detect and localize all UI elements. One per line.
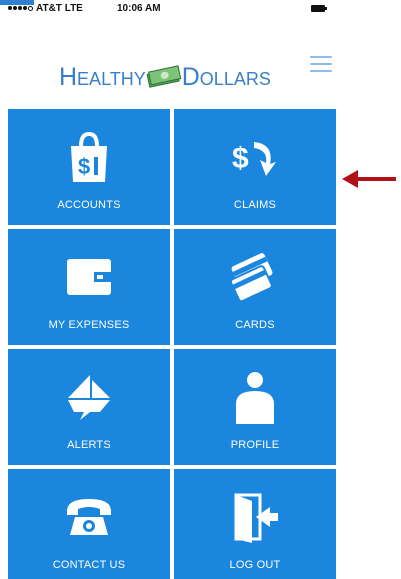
accounts-label: ACCOUNTS — [57, 199, 121, 211]
dollar-arrow-icon: $ — [232, 142, 276, 176]
person-icon — [236, 372, 274, 424]
cards-icon — [229, 253, 273, 302]
money-stack-icon — [146, 65, 182, 88]
status-bar: AT&T LTE 10:06 AM — [0, 0, 340, 22]
svg-text:$: $ — [232, 142, 249, 175]
annotation-arrow-icon — [342, 170, 396, 188]
cards-label: CARDS — [235, 319, 275, 331]
status-time: 10:06 AM — [117, 3, 161, 14]
my-expenses-tile[interactable]: MY EXPENSES — [8, 229, 170, 345]
contact-us-tile[interactable]: CONTACT US — [8, 469, 170, 579]
alerts-label: ALERTS — [67, 439, 111, 451]
telephone-icon — [67, 499, 111, 535]
shopping-bag-dollar-icon: $ — [71, 131, 107, 182]
profile-tile[interactable]: PROFILE — [174, 349, 336, 465]
hamburger-menu-icon[interactable] — [310, 56, 332, 72]
claims-tile[interactable]: $ CLAIMS — [174, 109, 336, 225]
signal-strength-icon — [8, 6, 33, 11]
alerts-tile[interactable]: ALERTS — [8, 349, 170, 465]
paper-plane-icon — [68, 375, 110, 420]
my-expenses-label: MY EXPENSES — [48, 319, 130, 331]
log-out-label: LOG OUT — [229, 559, 281, 571]
log-out-tile[interactable]: LOG OUT — [174, 469, 336, 579]
contact-us-label: CONTACT US — [52, 559, 126, 571]
claims-label: CLAIMS — [233, 199, 277, 211]
carrier-label: AT&T LTE — [36, 3, 83, 14]
battery-icon — [311, 5, 327, 12]
svg-text:$: $ — [78, 154, 90, 179]
wallet-icon — [67, 259, 111, 295]
app-header: Healthy Dollars — [0, 22, 340, 108]
main-menu-grid: $ ACCOUNTS $ CLAIMS MY EXPENSES CARDS AL… — [8, 109, 336, 579]
logout-door-icon — [234, 493, 278, 543]
cards-tile[interactable]: CARDS — [174, 229, 336, 345]
logo-text-dollars: Dollars — [181, 63, 271, 91]
profile-label: PROFILE — [230, 439, 280, 451]
logo-text-healthy: Healthy — [59, 63, 146, 91]
healthy-dollars-logo: Healthy Dollars — [59, 62, 271, 92]
accounts-tile[interactable]: $ ACCOUNTS — [8, 109, 170, 225]
app-screen: AT&T LTE 10:06 AM Healthy Dollars $ ACCO… — [0, 0, 401, 579]
